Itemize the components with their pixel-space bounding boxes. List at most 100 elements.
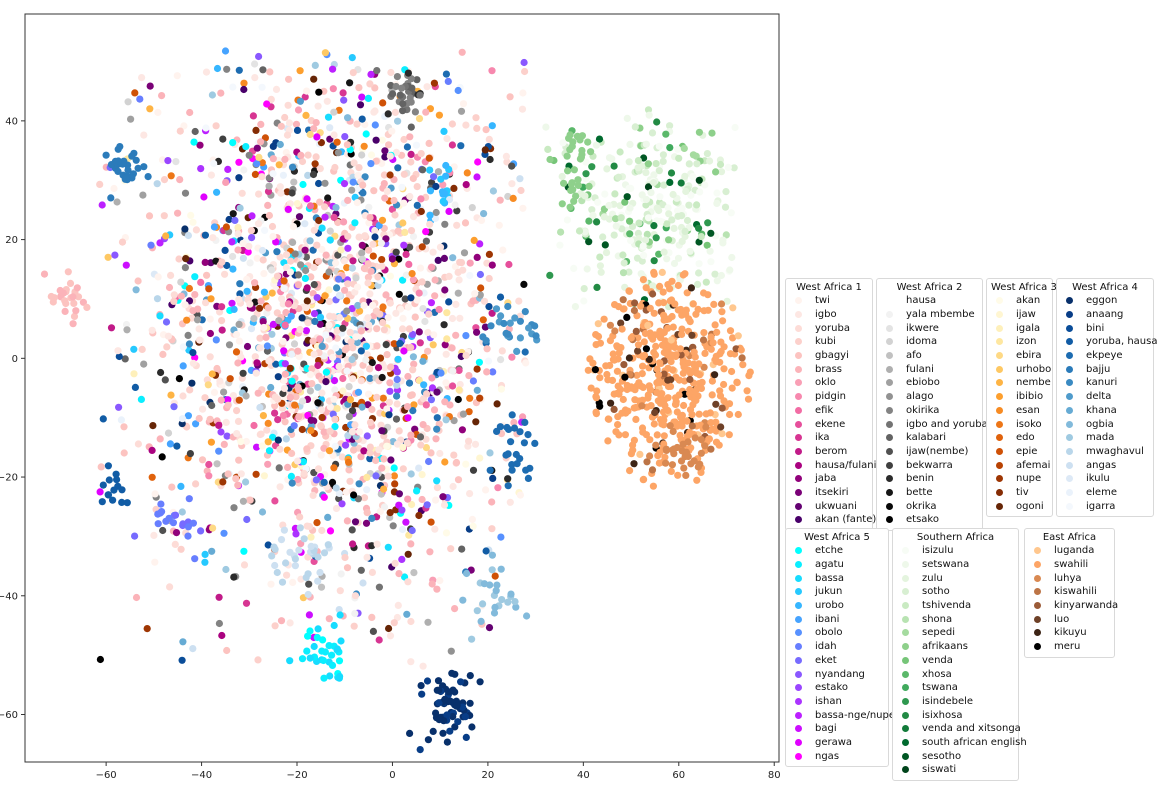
data-point-bagi: [305, 611, 313, 619]
data-point-urobo: [177, 482, 185, 490]
data-point-swahili: [674, 281, 682, 290]
legend-entry: igarra: [1061, 499, 1149, 513]
data-point-gbagyi: [483, 345, 491, 353]
data-point-eket: [312, 476, 320, 484]
data-point-igarra: [258, 83, 266, 91]
data-point-mada: [488, 566, 496, 574]
data-point-isizulu: [696, 188, 704, 196]
data-point-kubi: [472, 114, 480, 122]
data-point-urobo: [260, 288, 268, 296]
data-point-gbagyi: [264, 304, 272, 312]
data-point-jaba: [488, 261, 496, 269]
legend-entry: agatu: [790, 558, 884, 572]
data-point-fulani: [454, 289, 462, 297]
data-point-afrikaans: [585, 182, 593, 190]
legend-label: tiv: [1016, 486, 1029, 498]
data-point-ekpeye: [433, 414, 441, 422]
data-point-gbagyi: [380, 455, 388, 463]
data-point-okirika: [184, 331, 192, 339]
legend-marker-icon: [902, 684, 909, 692]
data-point-igbo: [392, 309, 400, 317]
data-point-mwaghavul: [153, 295, 162, 303]
legend-entry: bagi: [790, 722, 884, 736]
data-point-kubi: [170, 297, 178, 305]
data-point-swahili: [632, 415, 640, 423]
data-point-bajju: [144, 173, 152, 181]
data-point-yoruba: [462, 121, 470, 129]
data-point-kubi: [380, 326, 388, 334]
data-point-swahili: [621, 431, 630, 439]
legend-label: tshivenda: [922, 600, 972, 612]
data-point-zulu: [581, 192, 589, 200]
data-point-benin: [440, 321, 448, 329]
data-point-isizulu: [570, 264, 578, 272]
data-point-swahili: [596, 339, 605, 347]
data-point-yoruba: [391, 108, 399, 116]
data-point-okrika: [454, 395, 462, 404]
data-point-ebiobo: [460, 249, 469, 257]
data-point-mwaghavul: [324, 541, 332, 549]
data-point-gbagyi: [308, 380, 316, 388]
data-point-twi: [399, 314, 407, 322]
data-point-swahili: [625, 287, 633, 295]
legend-label: igbo: [815, 309, 837, 321]
data-point-bajju: [114, 167, 122, 175]
data-point-ogbia: [463, 569, 471, 578]
data-point-eket: [243, 515, 251, 524]
data-point-ijaw-nembe-: [310, 281, 318, 289]
legend-marker-icon: [996, 406, 1003, 414]
data-point-ogoni: [404, 550, 412, 558]
data-point-swahili: [658, 341, 667, 349]
data-point-kanuri: [500, 319, 508, 328]
data-point-luhya: [646, 452, 654, 460]
legend-marker-icon: [1066, 324, 1073, 332]
data-point-swahili: [677, 413, 685, 421]
legend-marker-icon: [902, 656, 909, 664]
data-point-isizulu: [707, 258, 715, 266]
data-point-kubi: [317, 422, 325, 430]
data-point-igbo: [373, 540, 381, 548]
data-point-luhya: [673, 443, 681, 452]
data-point-edo: [280, 277, 288, 285]
data-point-ekene: [330, 213, 338, 221]
data-point-brass: [176, 176, 184, 184]
data-point-brass: [294, 347, 302, 355]
data-point-obolo: [497, 533, 505, 541]
data-point-ngas: [474, 158, 482, 166]
legend-label: nembe: [1016, 377, 1051, 389]
data-point-gbagyi: [285, 75, 293, 83]
legend-label: kubi: [815, 336, 836, 348]
legend-marker-icon: [902, 766, 909, 774]
data-point-esan: [408, 270, 416, 278]
data-point-khana: [419, 357, 427, 365]
data-point-zulu: [665, 210, 673, 218]
data-point-igarra: [398, 183, 406, 191]
data-point-setswana: [589, 211, 597, 219]
data-point-akan: [189, 218, 197, 226]
data-point-kubi: [425, 310, 433, 318]
data-point-idah: [169, 519, 177, 527]
data-point-efik: [281, 321, 289, 329]
data-point-pidgin: [488, 67, 496, 75]
data-point-itsekiri: [253, 144, 261, 152]
legend-label: izon: [1016, 336, 1037, 348]
data-point-nyandang: [248, 234, 256, 242]
data-point-bassa-nge-nupe: [228, 238, 236, 246]
data-point-ebira: [415, 115, 424, 123]
legend-marker-icon: [1066, 297, 1073, 305]
data-point-igarra: [332, 344, 340, 352]
data-point-sotho: [722, 188, 730, 196]
legend-title: West Africa 1: [796, 282, 862, 293]
data-point-angas: [184, 231, 192, 240]
data-point-gbagyi: [482, 126, 490, 134]
data-point-ijaw-nembe-: [348, 526, 356, 534]
legend-label: bekwarra: [906, 459, 953, 471]
data-point-brass: [395, 570, 403, 578]
data-point-ikulu: [415, 464, 423, 472]
data-point-igbo: [371, 107, 379, 115]
data-point-yoruba: [368, 568, 376, 577]
data-point-gbagyi: [343, 141, 351, 149]
data-point-jaba: [201, 258, 209, 266]
data-point-igarra: [229, 83, 237, 91]
data-point-twi: [356, 369, 365, 377]
